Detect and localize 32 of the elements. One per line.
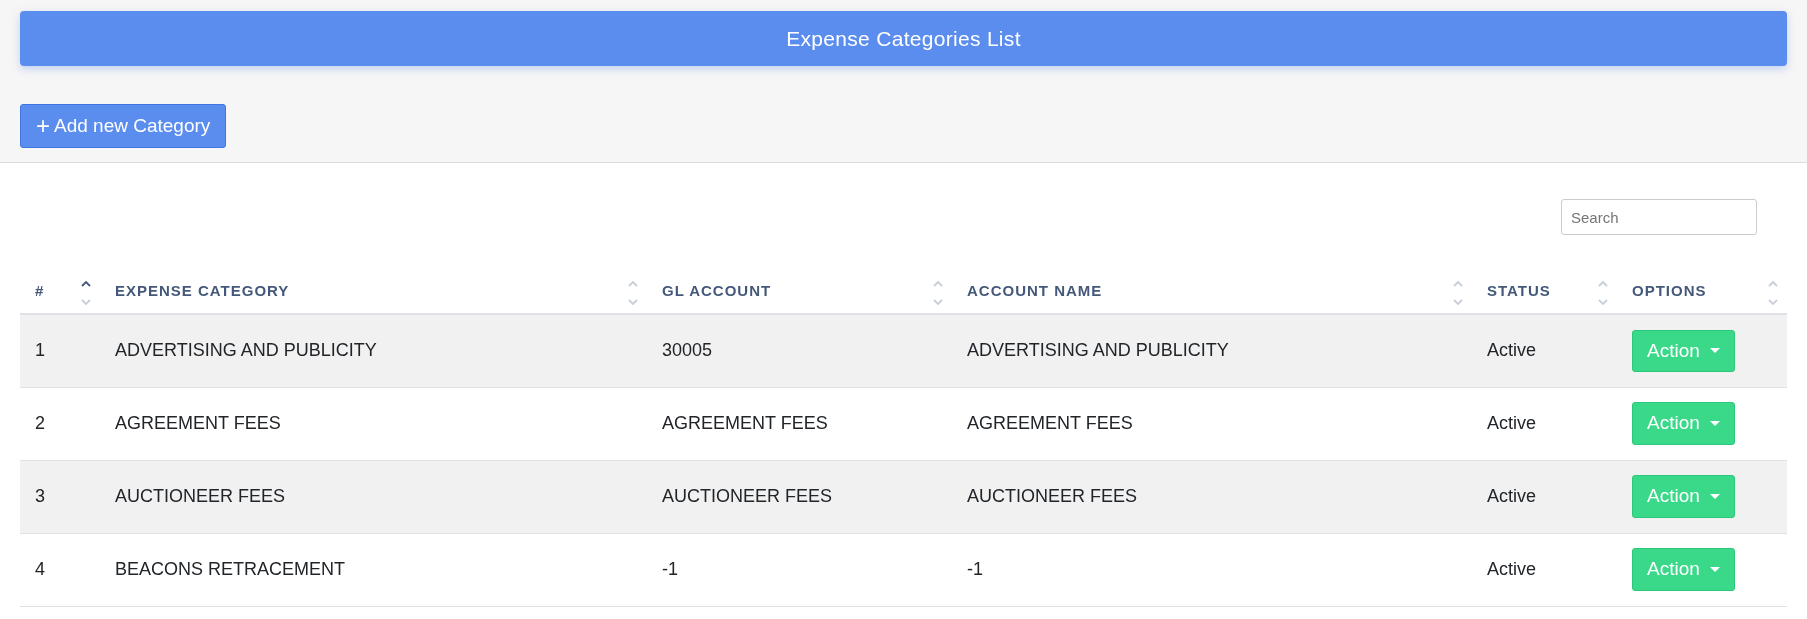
table-cell: AGREEMENT FEES (662, 413, 828, 433)
column-header[interactable]: OPTIONS (1632, 281, 1707, 299)
table-cell: AUCTIONEER FEES (662, 486, 833, 506)
table-cell: 30005 (662, 340, 713, 361)
caret-icon (1709, 421, 1720, 426)
table-cell: AGREEMENT FEES (115, 413, 281, 433)
column-header[interactable]: STATUS (1487, 281, 1551, 299)
table-cell: ADVERTISING AND PUBLICITY (115, 340, 377, 361)
table-cell: BEACONS RETRACEMENT (115, 559, 346, 579)
table-cell: AUCTIONEER FEES (115, 486, 286, 506)
table-cell: ADVERTISING AND PUBLICITY (967, 340, 1229, 361)
table-cell: AGREEMENT FEES (967, 413, 1133, 433)
table-cell: 3 (35, 486, 45, 506)
column-header[interactable]: ACCOUNT NAME (967, 281, 1103, 299)
page-title-bar: Expense Categories List (20, 11, 1787, 66)
column-header[interactable]: GL ACCOUNT (662, 281, 772, 299)
caret-icon (1709, 348, 1720, 354)
table-cell: 1 (35, 340, 45, 361)
column-header[interactable]: # (35, 281, 45, 299)
table-cell: Active (1487, 413, 1537, 433)
caret-icon (1709, 494, 1720, 499)
caret-icon (1709, 567, 1720, 572)
table-cell: -1 (662, 559, 678, 579)
table-cell: 2 (35, 413, 45, 433)
table-cell: Active (1487, 340, 1537, 361)
search-field[interactable]: Search (1561, 199, 1757, 235)
table-cell: 4 (35, 559, 45, 579)
column-header[interactable]: EXPENSE CATEGORY (115, 281, 290, 299)
table-cell: AUCTIONEER FEES (967, 486, 1138, 506)
table-cell: Active (1487, 486, 1537, 506)
table-cell: -1 (967, 559, 983, 579)
table-cell: Active (1487, 559, 1537, 579)
